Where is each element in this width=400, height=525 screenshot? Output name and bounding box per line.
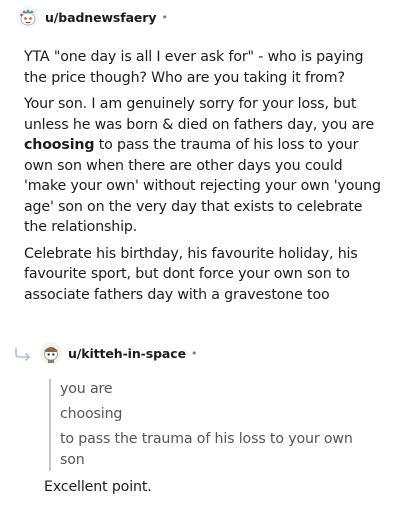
blockquote: you are choosing to pass the trauma of h… [49, 379, 360, 471]
comment-body: you are choosing to pass the trauma of h… [0, 379, 400, 471]
comment-header: u/badnewsfaery • [0, 5, 400, 29]
bold-text: choosing [24, 137, 95, 153]
reply-arrow-icon [15, 347, 30, 361]
comment-badnewsfaery: u/badnewsfaery • YTA "one day is all I e… [0, 5, 400, 311]
comment-body: YTA "one day is all I ever ask for" - wh… [0, 47, 400, 305]
comment-kitteh-in-space: u/kitteh-in-space • you are choosing to … [0, 341, 400, 504]
comment-header: u/kitteh-in-space • [0, 341, 400, 365]
user-avatar[interactable] [40, 342, 62, 364]
quote-line: choosing [60, 406, 123, 422]
user-avatar[interactable] [17, 6, 39, 28]
comment-paragraph: Your son. I am genuinely sorry for your … [24, 94, 382, 238]
username[interactable]: u/kitteh-in-space [68, 346, 186, 361]
quote-line: you are [60, 381, 113, 397]
reply-body: Excellent point. [0, 477, 400, 498]
comment-paragraph: YTA "one day is all I ever ask for" - wh… [24, 49, 364, 86]
separator-dot: • [190, 346, 198, 360]
separator-dot: • [161, 10, 168, 24]
comment-paragraph: Celebrate his birthday, his favourite ho… [24, 245, 358, 303]
username[interactable]: u/badnewsfaery [45, 10, 157, 25]
reply-text: Excellent point. [44, 479, 152, 495]
paragraph-text: Your son. I am genuinely sorry for your … [24, 96, 375, 133]
quote-line: to pass the trauma of his loss to your o… [60, 431, 353, 468]
